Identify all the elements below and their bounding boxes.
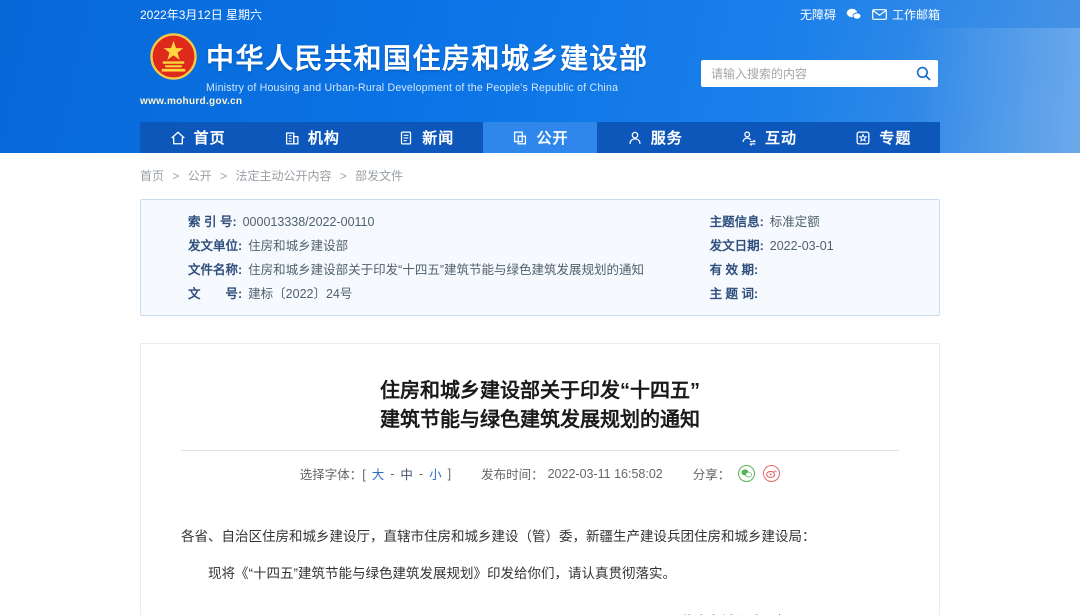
article-title-line2: 建筑节能与绿色建筑发展规划的通知 xyxy=(181,406,899,435)
search-box xyxy=(701,60,938,87)
doc-info-value: 000013338/2022-00110 xyxy=(243,215,375,229)
article-body: 各省、自治区住房和城乡建设厅，直辖市住房和城乡建设（管）委，新疆生产建设兵团住房… xyxy=(181,525,899,615)
news-icon xyxy=(397,129,415,147)
topbar: 2022年3月12日 星期六 无障碍 工作邮箱 xyxy=(140,0,940,28)
publish-time-value: 2022-03-11 16:58:02 xyxy=(548,467,663,481)
interaction-icon xyxy=(740,129,758,147)
font-size-medium-button[interactable]: 中 xyxy=(400,464,413,483)
font-size-bracket-close: ] xyxy=(448,467,451,481)
doc-info-label: 有 效 期: xyxy=(710,263,759,277)
service-icon xyxy=(626,129,644,147)
wechat-icon xyxy=(741,469,752,478)
breadcrumb-separator: > xyxy=(220,169,227,183)
breadcrumb-link-disclosure[interactable]: 公开 xyxy=(188,169,212,183)
doc-info-value: 建标〔2022〕24号 xyxy=(248,287,352,301)
search-input[interactable] xyxy=(701,60,908,87)
doc-info-row-index-number: 索 引 号: 000013338/2022-00110 xyxy=(188,210,708,234)
signature-organization: 住房和城乡建设部 xyxy=(681,609,789,615)
home-icon xyxy=(169,129,187,147)
doc-info-row-validity: 有 效 期: xyxy=(710,258,939,282)
site-header-region: 2022年3月12日 星期六 无障碍 工作邮箱 xyxy=(0,0,1080,153)
topics-icon xyxy=(854,129,872,147)
site-title-english: Ministry of Housing and Urban-Rural Deve… xyxy=(206,82,649,94)
breadcrumb-link-ministry-documents[interactable]: 部发文件 xyxy=(355,169,403,183)
font-size-small-button[interactable]: 小 xyxy=(429,464,442,483)
mailbox-label: 工作邮箱 xyxy=(892,6,940,23)
article-container: 住房和城乡建设部关于印发“十四五” 建筑节能与绿色建筑发展规划的通知 选择字体：… xyxy=(140,343,940,615)
doc-info-label: 主 题 词: xyxy=(710,287,759,301)
organization-icon xyxy=(283,129,301,147)
doc-info-row-document-name: 文件名称: 住房和城乡建设部关于印发“十四五”建筑节能与绿色建筑发展规划的通知 xyxy=(188,258,708,282)
doc-info-row-topic-info: 主题信息: 标准定额 xyxy=(710,210,939,234)
doc-info-value: 住房和城乡建设部 xyxy=(248,239,348,253)
font-size-separator: - xyxy=(390,467,394,481)
font-size-label: 选择字体：[ xyxy=(300,464,366,483)
share-wechat-button[interactable] xyxy=(738,465,755,482)
nav-label: 机构 xyxy=(308,127,340,148)
nav-label: 首页 xyxy=(194,127,226,148)
breadcrumb-separator: > xyxy=(340,169,347,183)
font-size-separator: - xyxy=(419,467,423,481)
breadcrumb-link-statutory-content[interactable]: 法定主动公开内容 xyxy=(235,169,331,183)
nav-item-disclosure[interactable]: 公开 xyxy=(483,122,597,153)
article-paragraph-main: 现将《“十四五”建筑节能与绿色建筑发展规划》印发给你们，请认真贯彻落实。 xyxy=(181,562,899,586)
disclosure-icon xyxy=(511,129,529,147)
nav-label: 公开 xyxy=(536,127,568,148)
nav-item-services[interactable]: 服务 xyxy=(597,122,711,153)
search-button[interactable] xyxy=(908,60,938,87)
doc-info-value: 住房和城乡建设部关于印发“十四五”建筑节能与绿色建筑发展规划的通知 xyxy=(248,263,644,277)
national-emblem-logo xyxy=(150,33,197,80)
breadcrumb-separator: > xyxy=(172,169,179,183)
publish-time-label: 发布时间： xyxy=(481,464,544,483)
nav-label: 互动 xyxy=(765,127,797,148)
accessibility-label: 无障碍 xyxy=(800,6,836,23)
doc-info-value: 标准定额 xyxy=(770,215,820,229)
article-paragraph-recipients: 各省、自治区住房和城乡建设厅，直辖市住房和城乡建设（管）委，新疆生产建设兵团住房… xyxy=(181,525,899,549)
doc-info-row-issue-date: 发文日期: 2022-03-01 xyxy=(710,234,939,258)
doc-info-right-column: 主题信息: 标准定额 发文日期: 2022-03-01 有 效 期: 主 题 词: xyxy=(708,210,939,306)
doc-info-row-document-number: 文 号: 建标〔2022〕24号 xyxy=(188,282,708,306)
document-info-box: 索 引 号: 000013338/2022-00110 发文单位: 住房和城乡建设部… xyxy=(140,199,940,316)
doc-info-label: 发文单位: xyxy=(188,239,242,253)
article-signature-block: 住房和城乡建设部 2022年3月1日 xyxy=(181,609,899,615)
site-title: 中华人民共和国住房和城乡建设部 xyxy=(206,37,649,77)
doc-info-label: 文件名称: xyxy=(188,263,242,277)
doc-info-label: 文 号: xyxy=(188,287,242,301)
doc-info-label: 索 引 号: xyxy=(188,215,237,229)
doc-info-label: 发文日期: xyxy=(710,239,764,253)
envelope-icon xyxy=(872,9,887,20)
nav-item-news[interactable]: 新闻 xyxy=(369,122,483,153)
current-date: 2022年3月12日 星期六 xyxy=(140,6,262,23)
doc-info-left-column: 索 引 号: 000013338/2022-00110 发文单位: 住房和城乡建设部… xyxy=(141,210,708,306)
nav-label: 服务 xyxy=(651,127,683,148)
masthead: www.mohurd.gov.cn 中华人民共和国住房和城乡建设部 Minist… xyxy=(140,28,940,122)
title-divider xyxy=(181,450,899,451)
nav-label: 专题 xyxy=(879,127,911,148)
article-title: 住房和城乡建设部关于印发“十四五” 建筑节能与绿色建筑发展规划的通知 xyxy=(181,377,899,435)
chat-bubbles-icon xyxy=(846,8,862,21)
breadcrumb: 首页 > 公开 > 法定主动公开内容 > 部发文件 xyxy=(140,153,940,184)
nav-item-interaction[interactable]: 互动 xyxy=(711,122,825,153)
article-title-line1: 住房和城乡建设部关于印发“十四五” xyxy=(181,377,899,406)
font-size-large-button[interactable]: 大 xyxy=(372,464,385,483)
search-icon xyxy=(916,66,931,81)
doc-info-label: 主题信息: xyxy=(710,215,764,229)
nav-label: 新闻 xyxy=(422,127,454,148)
chat-icon[interactable] xyxy=(846,8,862,21)
doc-info-value: 2022-03-01 xyxy=(770,239,834,253)
share-weibo-button[interactable] xyxy=(763,465,780,482)
weibo-icon xyxy=(766,469,777,478)
nav-item-home[interactable]: 首页 xyxy=(140,122,254,153)
breadcrumb-link-home[interactable]: 首页 xyxy=(140,169,164,183)
doc-info-row-keywords: 主 题 词: xyxy=(710,282,939,306)
article-meta-bar: 选择字体：[大-中-小] 发布时间：2022-03-11 16:58:02 分享… xyxy=(181,464,899,483)
nav-item-topics[interactable]: 专题 xyxy=(826,122,940,153)
share-label: 分享： xyxy=(693,464,731,483)
doc-info-row-issuing-unit: 发文单位: 住房和城乡建设部 xyxy=(188,234,708,258)
nav-item-organization[interactable]: 机构 xyxy=(254,122,368,153)
mailbox-link[interactable]: 工作邮箱 xyxy=(872,6,940,23)
main-nav: 首页 机构 新闻 xyxy=(140,122,940,153)
site-url: www.mohurd.gov.cn xyxy=(140,96,242,107)
accessibility-link[interactable]: 无障碍 xyxy=(800,6,836,23)
